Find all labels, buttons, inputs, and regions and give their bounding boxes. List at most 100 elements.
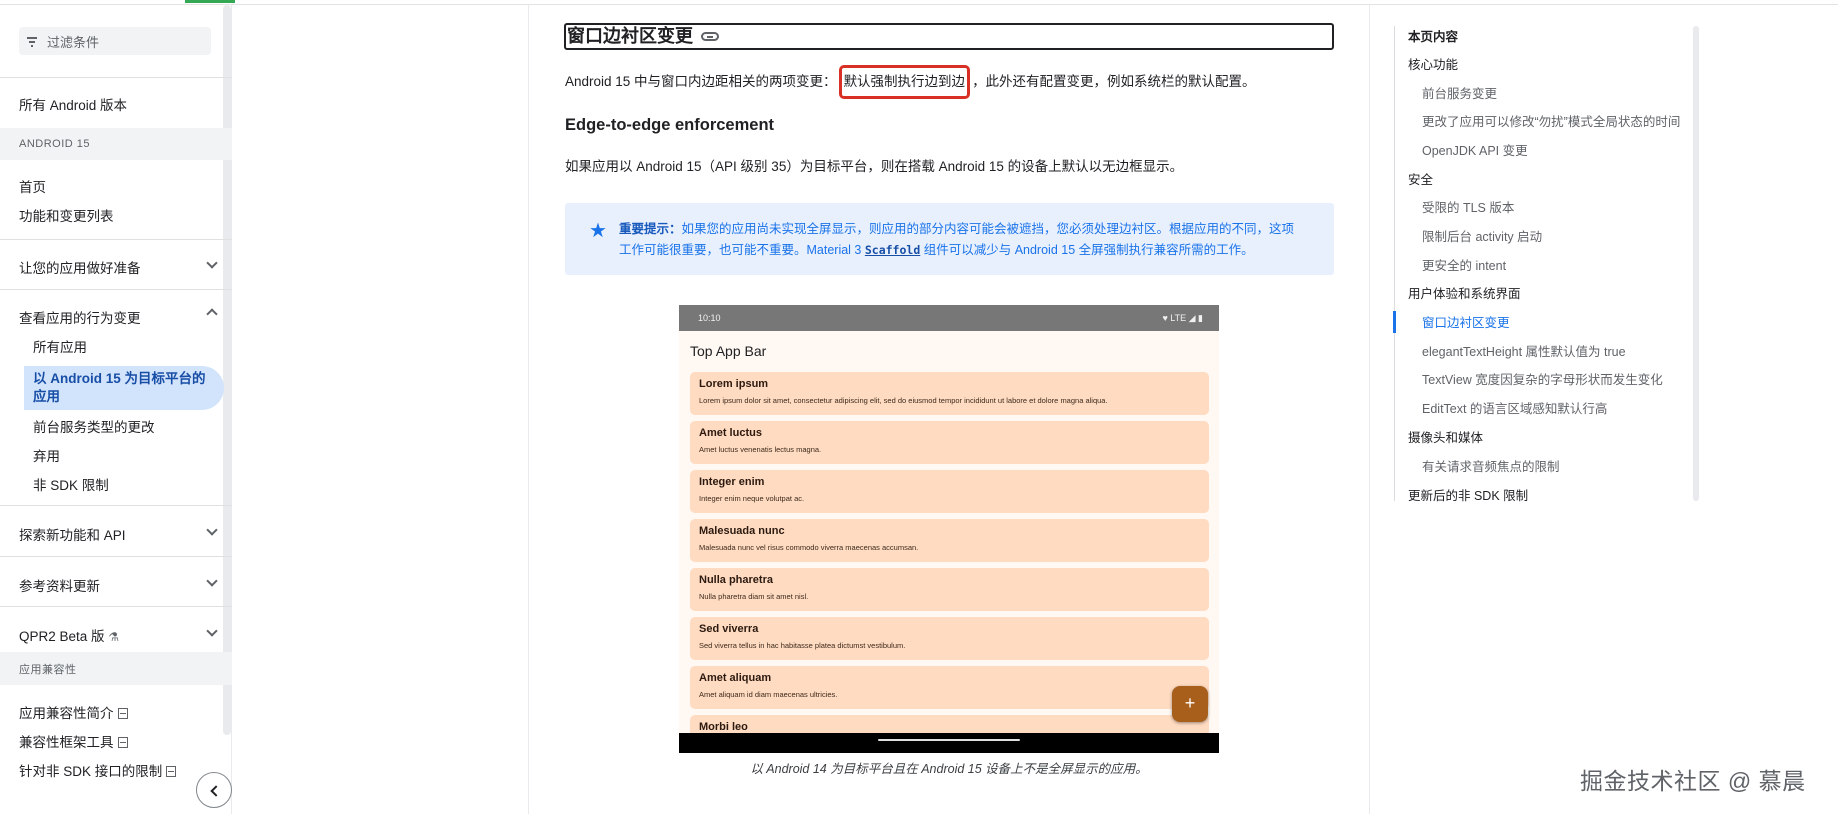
divider — [0, 505, 232, 506]
card-desc: Integer enim neque volutpat ac. — [699, 494, 805, 503]
filter-placeholder: 过滤条件 — [47, 34, 100, 50]
fab-add-button: + — [1172, 686, 1208, 722]
toc-item-bg-activity[interactable]: 限制后台 activity 启动 — [1422, 226, 1542, 245]
external-link-icon — [117, 737, 128, 748]
content-border — [1369, 5, 1370, 814]
toc-item-audio[interactable]: 有关请求音频焦点的限制 — [1422, 456, 1560, 475]
sidebar-item-prepare-app[interactable]: 让您的应用做好准备 — [19, 257, 141, 277]
card-title: Amet luctus — [699, 427, 762, 439]
chevron-down-icon[interactable] — [207, 259, 217, 269]
toc-title: 本页内容 — [1408, 30, 1459, 44]
list-item: Integer enim Integer enim neque volutpat … — [690, 470, 1209, 513]
toc-item-safer-intent[interactable]: 更安全的 intent — [1422, 255, 1506, 274]
body-paragraph: 如果应用以 Android 15（API 级别 35）为目标平台，则在搭载 An… — [565, 159, 1184, 174]
toc-item-ux[interactable]: 用户体验和系统界面 — [1408, 283, 1521, 302]
chevron-down-icon[interactable] — [207, 577, 217, 587]
divider — [0, 606, 232, 607]
card-desc: Malesuada nunc vel risus commodo viverra… — [699, 543, 919, 552]
sidebar-scrollbar[interactable] — [223, 5, 231, 735]
sidebar-item-reference[interactable]: 参考资料更新 — [19, 575, 100, 595]
sidebar-item-explore[interactable]: 探索新功能和 API — [19, 524, 126, 544]
card-desc: Lorem ipsum dolor sit amet, consectetur … — [699, 396, 1108, 405]
collapse-sidebar-button[interactable] — [196, 772, 232, 808]
sidebar-item-deprecations[interactable]: 弃用 — [33, 445, 60, 465]
para1-suffix: ，此外还有配置变更，例如系统栏的默认配置。 — [972, 74, 1256, 89]
divider — [0, 556, 232, 557]
list-item: Lorem ipsum Lorem ipsum dolor sit amet, c… — [690, 372, 1209, 415]
phone-screenshot: 10:10 ♥ LTE ◢ ▮ Top App Bar Lorem ipsum L… — [679, 305, 1219, 753]
card-title: Nulla pharetra — [699, 574, 773, 586]
sidebar-item-fgs-types[interactable]: 前台服务类型的更改 — [33, 416, 155, 436]
toc-item-textview[interactable]: TextView 宽度因复杂的字母形状而发生变化 — [1422, 369, 1663, 388]
sidebar-item-non-sdk[interactable]: 非 SDK 限制 — [33, 474, 109, 494]
toc-item-non-sdk-updated[interactable]: 更新后的非 SDK 限制 — [1408, 485, 1528, 504]
filter-icon — [27, 34, 41, 48]
left-sidebar: 过滤条件 所有 Android 版本 ANDROID 15 首页 功能和变更列表… — [0, 5, 232, 814]
filter-input[interactable]: 过滤条件 — [19, 27, 211, 55]
chevron-up-icon[interactable] — [207, 307, 217, 317]
status-time: 10:10 — [698, 313, 721, 323]
sidebar-item-compat-intro-label: 应用兼容性简介 — [19, 706, 114, 721]
toc-item-tls[interactable]: 受限的 TLS 版本 — [1422, 197, 1514, 216]
card-title: Malesuada nunc — [699, 525, 785, 537]
sidebar-item-target-android15[interactable]: 以 Android 15 为目标平台的应用 — [24, 366, 224, 410]
card-title: Integer enim — [699, 476, 765, 488]
toc-item-fg-service[interactable]: 前台服务变更 — [1422, 83, 1497, 102]
card-title: Sed viverra — [699, 623, 759, 635]
toc-item-insets[interactable]: 窗口边衬区变更 — [1422, 312, 1510, 331]
section-heading-text: 窗口边衬区变更 — [567, 26, 693, 46]
divider — [0, 77, 232, 78]
toc-item-security[interactable]: 安全 — [1408, 169, 1433, 188]
link-icon[interactable] — [701, 32, 719, 41]
chevron-down-icon[interactable] — [207, 526, 217, 536]
note-text-2b: 组件可以减少与 Android 15 全屏强制执行兼容所需的工作。 — [920, 243, 1254, 257]
card-title: Lorem ipsum — [699, 378, 769, 390]
external-link-icon — [166, 766, 177, 777]
sidebar-item-compat-framework-label: 兼容性框架工具 — [19, 735, 114, 750]
toc-active-marker — [1393, 311, 1396, 333]
note-label: 重要提示： — [619, 222, 682, 236]
scaffold-link[interactable]: Scaffold — [865, 243, 920, 257]
section-header-android15: ANDROID 15 — [0, 128, 232, 160]
card-title: Amet aliquam — [699, 672, 772, 684]
toc-item-elegant[interactable]: elegantTextHeight 属性默认值为 true — [1422, 341, 1626, 360]
content-border — [528, 5, 529, 814]
sidebar-item-home[interactable]: 首页 — [19, 176, 46, 196]
flask-icon: ⚗ — [108, 630, 120, 644]
card-desc: Nulla pharetra diam sit amet nisl. — [699, 592, 809, 601]
figure-caption: 以 Android 14 为目标平台且在 Android 15 设备上不是全屏显… — [750, 762, 1148, 776]
toc-item-core[interactable]: 核心功能 — [1408, 54, 1458, 73]
sidebar-item-features[interactable]: 功能和变更列表 — [19, 205, 114, 225]
subheading: Edge-to-edge enforcement — [565, 116, 775, 134]
toc-track — [1393, 26, 1396, 501]
sidebar-item-qpr2-label: QPR2 Beta 版 — [19, 629, 105, 644]
toc-scrollbar[interactable] — [1693, 26, 1699, 501]
active-tab-indicator — [185, 0, 235, 3]
section-header-compat: 应用兼容性 — [0, 652, 232, 685]
watermark: 掘金技术社区 @ 慕晨 — [1580, 768, 1806, 794]
sidebar-item-non-sdk-restrictions[interactable]: 针对非 SDK 接口的限制 — [19, 760, 177, 780]
list-item: Malesuada nunc Malesuada nunc vel risus c… — [690, 519, 1209, 562]
para1-prefix: Android 15 中与窗口内边距相关的两项变更： — [565, 74, 837, 89]
sidebar-item-all-versions[interactable]: 所有 Android 版本 — [19, 94, 127, 114]
toc-item-dnd[interactable]: 更改了应用可以修改“勿扰”模式全局状态的时间 — [1422, 111, 1680, 130]
card-desc: Amet aliquam id diam maecenas ultricies. — [699, 690, 838, 699]
sidebar-item-compat-intro[interactable]: 应用兼容性简介 — [19, 702, 128, 722]
sidebar-item-compat-framework[interactable]: 兼容性框架工具 — [19, 731, 128, 751]
status-bar: 10:10 ♥ LTE ◢ ▮ — [679, 305, 1219, 331]
gesture-nav-bar — [679, 733, 1219, 753]
chevron-down-icon[interactable] — [207, 627, 217, 637]
note-line-2: 工作可能很重要，也可能不重要。Material 3 Scaffold 组件可以减… — [619, 240, 1314, 261]
sidebar-item-all-apps[interactable]: 所有应用 — [33, 336, 87, 356]
status-icons: ♥ LTE ◢ ▮ — [1162, 313, 1203, 323]
card-desc: Amet luctus venenatis lectus magna. — [699, 445, 822, 454]
star-icon: ★ — [589, 220, 607, 242]
toc-item-edittext[interactable]: EditText 的语言区域感知默认行高 — [1422, 398, 1607, 417]
toc-item-openjdk[interactable]: OpenJDK API 变更 — [1422, 140, 1528, 159]
sidebar-item-qpr2[interactable]: QPR2 Beta 版 ⚗ — [19, 625, 119, 645]
divider — [0, 239, 232, 240]
toc-item-camera[interactable]: 摄像头和媒体 — [1408, 427, 1483, 446]
sidebar-item-behavior-changes[interactable]: 查看应用的行为变更 — [19, 307, 141, 327]
highlighted-text: 默认强制执行边到边 — [838, 65, 971, 99]
top-app-bar-title: Top App Bar — [690, 343, 767, 359]
